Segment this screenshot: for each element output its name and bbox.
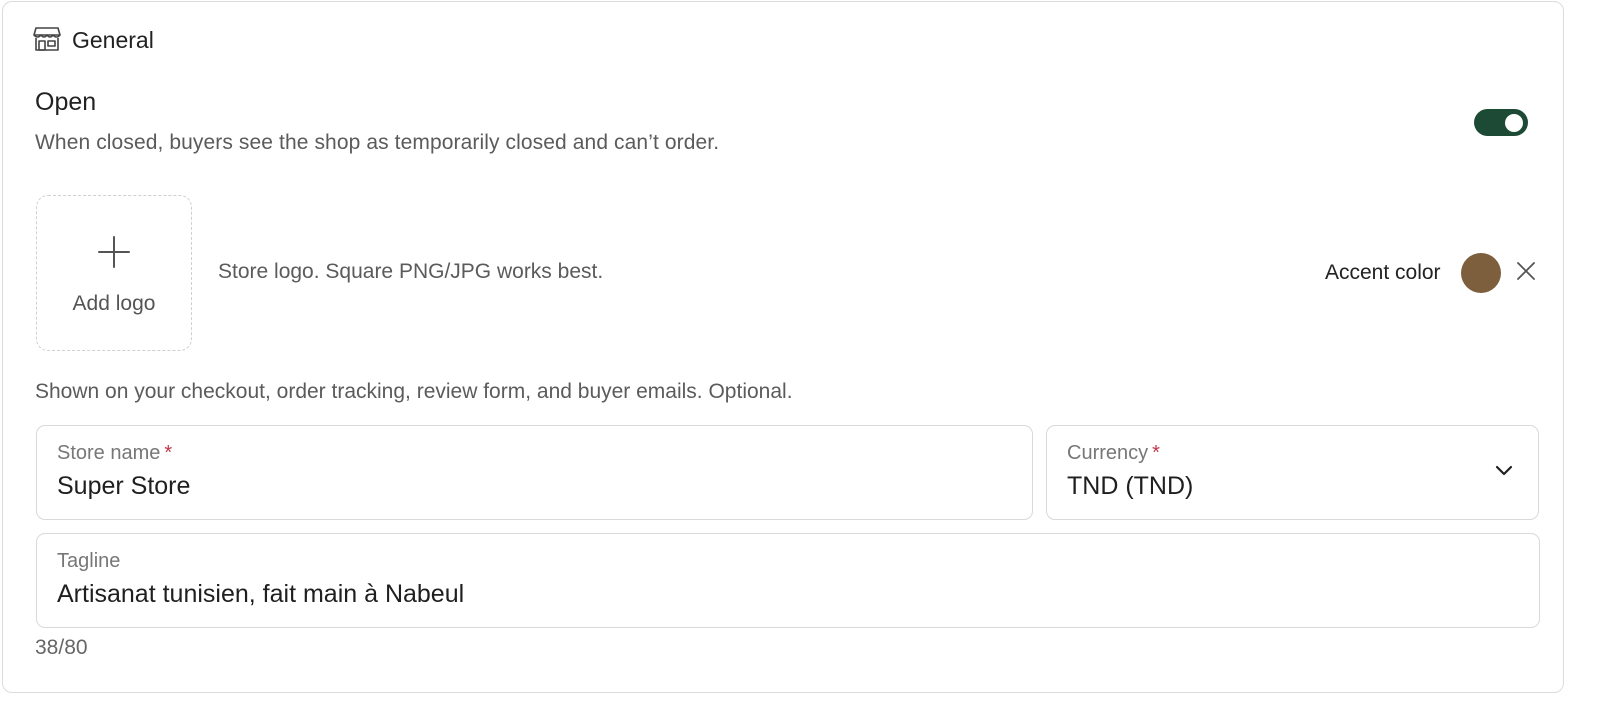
tagline-value: Artisanat tunisien, fait main à Nabeul (57, 580, 465, 608)
tagline-label: Tagline (57, 550, 121, 572)
currency-value: TND (TND) (1067, 472, 1194, 500)
open-toggle[interactable] (1474, 109, 1528, 136)
logo-usage-note: Shown on your checkout, order tracking, … (35, 380, 793, 403)
required-mark: * (1152, 442, 1160, 464)
store-name-field[interactable]: Store name * Super Store (36, 425, 1033, 520)
accent-color-label: Accent color (1325, 261, 1441, 284)
required-mark: * (164, 442, 173, 464)
toggle-knob (1505, 113, 1523, 132)
tagline-char-counter: 38/80 (35, 636, 88, 659)
currency-label: Currency * (1067, 442, 1160, 464)
plus-icon (98, 236, 130, 268)
tagline-field[interactable]: Tagline Artisanat tunisien, fait main à … (36, 533, 1540, 628)
add-logo-label: Add logo (72, 292, 156, 315)
storefront-icon (33, 26, 61, 52)
add-logo-button[interactable]: Add logo (36, 195, 192, 351)
section-title: General (72, 27, 154, 53)
store-name-value: Super Store (57, 472, 191, 500)
accent-color-swatch[interactable] (1461, 253, 1501, 293)
chevron-down-icon (1494, 464, 1514, 478)
store-name-label: Store name * (57, 442, 173, 464)
general-settings-card: General Open When closed, buyers see the… (2, 1, 1564, 693)
open-setting-description: When closed, buyers see the shop as temp… (35, 131, 720, 154)
logo-hint: Store logo. Square PNG/JPG works best. (218, 260, 604, 283)
close-icon[interactable] (1515, 260, 1537, 282)
currency-select[interactable]: Currency * TND (TND) (1046, 425, 1539, 520)
open-setting-title: Open (35, 88, 97, 116)
